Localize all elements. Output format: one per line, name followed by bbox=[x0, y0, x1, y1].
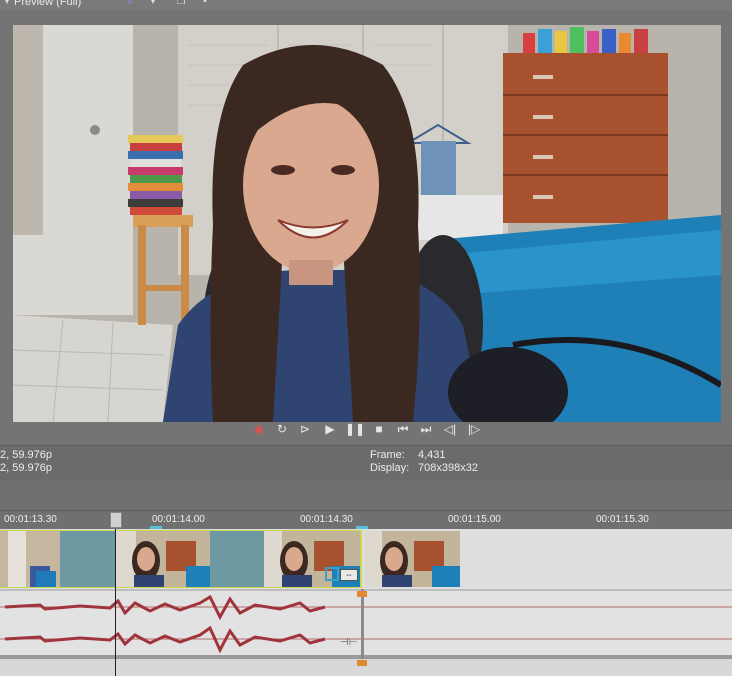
timeline-ruler[interactable]: 00:01:13.30 00:01:14.00 00:01:14.30 00:0… bbox=[0, 510, 732, 530]
stop-icon[interactable]: ■ bbox=[370, 420, 388, 438]
playhead-handle[interactable] bbox=[110, 512, 122, 528]
fade-marker[interactable] bbox=[357, 660, 367, 666]
frame-label: Frame: bbox=[370, 449, 405, 461]
chevron-down-icon[interactable]: ▾ bbox=[148, 0, 158, 7]
video-track[interactable]: ⇔ bbox=[0, 529, 732, 589]
project-format-line: 2, 59.976p bbox=[0, 449, 52, 461]
play-icon[interactable]: ▶ bbox=[321, 420, 339, 438]
prev-marker-icon[interactable]: ◁| bbox=[441, 420, 459, 438]
event-split-edge[interactable] bbox=[361, 589, 364, 659]
preview-info-bar: 2, 59.976p 2, 59.976p Frame: 4,431 Displ… bbox=[0, 445, 732, 481]
display-label: Display: bbox=[370, 462, 410, 474]
fade-marker[interactable] bbox=[357, 591, 367, 597]
loop-icon[interactable]: ↻ bbox=[273, 420, 291, 438]
clip-thumbnail bbox=[0, 531, 60, 587]
ruler-tick-label: 00:01:14.00 bbox=[152, 514, 205, 525]
display-value: 708x398x32 bbox=[418, 462, 478, 474]
clip-blank bbox=[210, 531, 264, 587]
pause-icon[interactable]: ❚❚ bbox=[345, 420, 365, 438]
video-preview-panel bbox=[0, 10, 732, 445]
clip-thumbnail bbox=[116, 531, 210, 587]
timeline-tracks: ⇔ ⊣⊢ bbox=[0, 529, 732, 676]
video-preview-frame[interactable] bbox=[13, 25, 721, 422]
preview-format-line: 2, 59.976p bbox=[0, 462, 52, 474]
save-snapshot-icon[interactable]: ▪ bbox=[200, 0, 210, 7]
audio-track-right[interactable] bbox=[0, 623, 732, 655]
ruler-tick-label: 00:01:15.30 bbox=[596, 514, 649, 525]
next-frame-icon[interactable]: ⏭ bbox=[417, 420, 435, 438]
play-from-start-icon[interactable]: ⊳ bbox=[296, 420, 314, 438]
preview-toolbar: ▾ Preview (Full) # ▾ ❐ ▪ bbox=[0, 0, 732, 10]
ruler-tick-label: 00:01:13.30 bbox=[4, 514, 57, 525]
event-pan-crop-icon[interactable] bbox=[325, 567, 339, 581]
prev-frame-icon[interactable]: ⏮ bbox=[394, 420, 412, 438]
frame-value: 4,431 bbox=[418, 449, 446, 461]
record-icon[interactable]: ◉ bbox=[250, 420, 268, 438]
playhead-line bbox=[115, 529, 116, 676]
panel-divider bbox=[0, 480, 732, 510]
ruler-tick-label: 00:01:14.30 bbox=[300, 514, 353, 525]
webcam-frame-image bbox=[13, 25, 721, 422]
ruler-tick-label: 00:01:15.00 bbox=[448, 514, 501, 525]
copy-snapshot-icon[interactable]: ❐ bbox=[176, 0, 186, 7]
preview-quality-dropdown[interactable]: Preview (Full) bbox=[14, 0, 81, 8]
clip-blank bbox=[60, 531, 115, 587]
preview-dropdown-icon[interactable]: ▾ bbox=[2, 0, 12, 7]
trim-cursor-icon: ⊣⊢ bbox=[340, 637, 358, 648]
clip-thumbnail bbox=[364, 531, 460, 587]
grid-icon[interactable]: # bbox=[125, 0, 135, 7]
event-fx-icon[interactable]: ⇔ bbox=[340, 569, 358, 581]
next-marker-icon[interactable]: |▷ bbox=[465, 420, 483, 438]
